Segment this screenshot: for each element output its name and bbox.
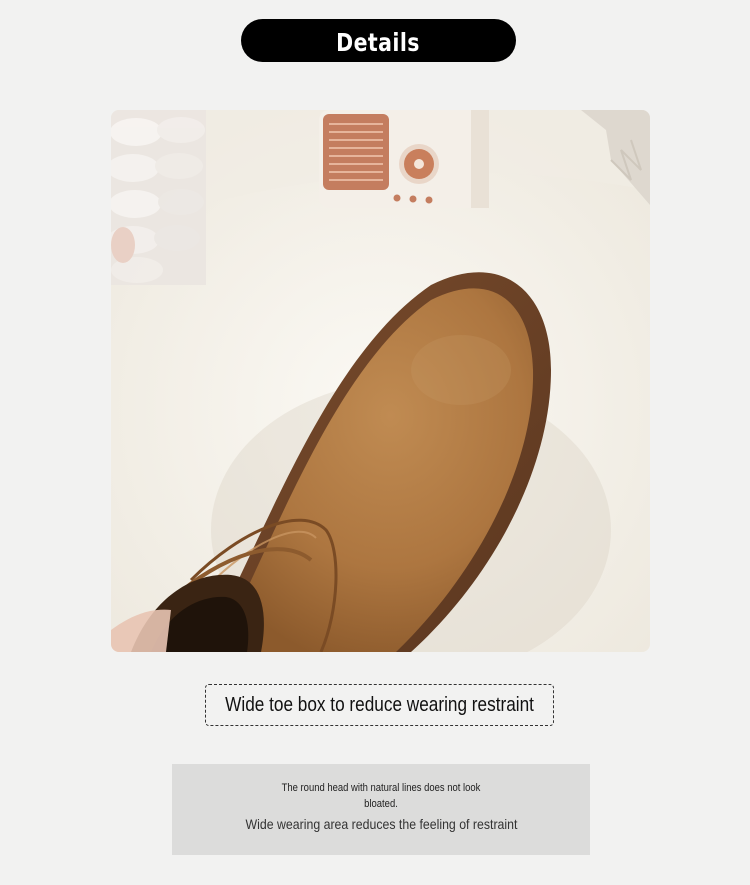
product-photo [111,110,650,652]
radio-decor [319,110,489,208]
description-summary: Wide wearing area reduces the feeling of… [172,816,590,832]
knit-blanket [111,110,206,285]
details-header-pill: Details [241,19,516,62]
description-panel: The round head with natural lines does n… [172,764,590,855]
description-line-2: bloated. [364,798,398,810]
details-title: Details [336,28,421,57]
description-line-3: Wide wearing area reduces the feeling of… [245,816,517,832]
description-detail: The round head with natural lines does n… [172,780,590,812]
feature-caption-box: Wide toe box to reduce wearing restraint [205,684,554,726]
description-line-1: The round head with natural lines does n… [281,782,481,794]
boot-toe-illustration [111,110,650,652]
feature-caption: Wide toe box to reduce wearing restraint [225,693,534,716]
